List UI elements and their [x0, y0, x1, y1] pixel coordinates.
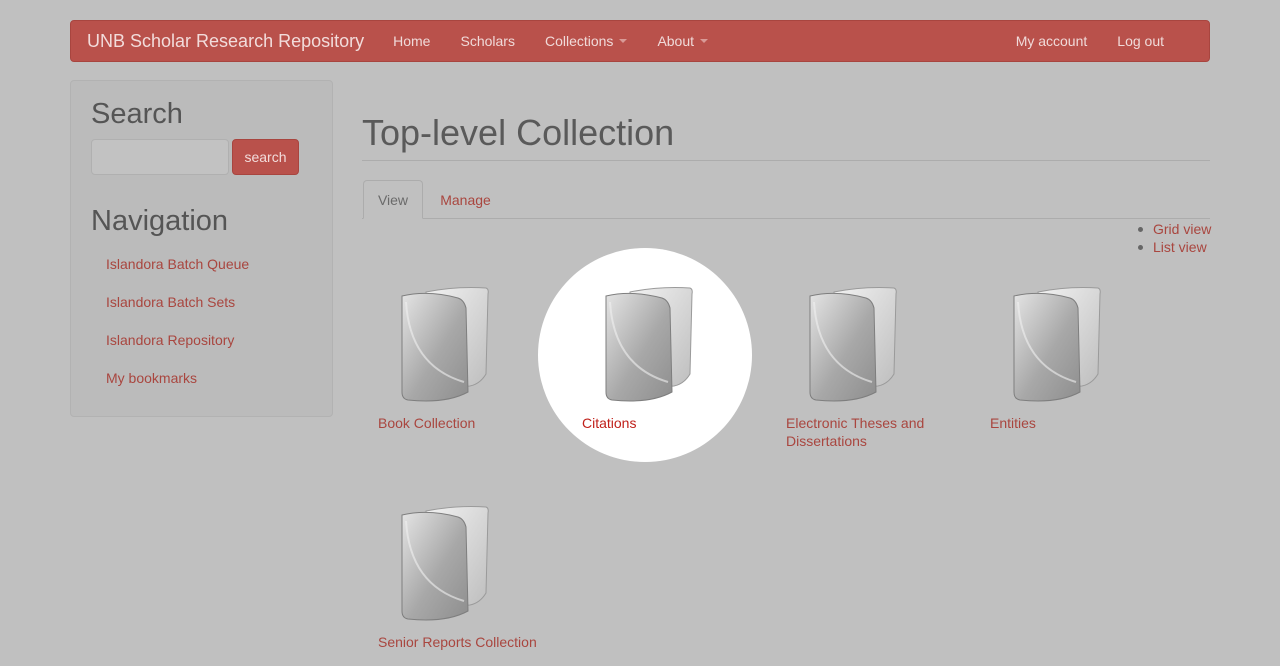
tab-view[interactable]: View [363, 180, 423, 219]
collection-label[interactable]: Senior Reports Collection [378, 633, 558, 651]
grid-view-link[interactable]: Grid view [1138, 220, 1211, 238]
nav-home-label: Home [393, 33, 431, 49]
sidebar-item-bookmarks[interactable]: My bookmarks [106, 370, 197, 386]
sidebar-item-repository[interactable]: Islandora Repository [106, 332, 234, 348]
collection-label[interactable]: Citations [582, 414, 762, 432]
nav-log-out[interactable]: Log out [1102, 33, 1179, 49]
nav-collections-dropdown[interactable]: Collections [530, 33, 642, 49]
nav-scholars[interactable]: Scholars [445, 33, 529, 49]
folder-icon [809, 287, 897, 402]
tab-manage[interactable]: Manage [428, 180, 503, 219]
folder-icon [1013, 287, 1101, 402]
folder-icon [401, 506, 489, 621]
nav-scholars-label: Scholars [460, 33, 515, 49]
folder-icon [605, 287, 693, 402]
sidebar: Search search Navigation Islandora Batch… [70, 80, 333, 417]
sidebar-item-batch-sets[interactable]: Islandora Batch Sets [106, 294, 235, 310]
collection-label[interactable]: Entities [990, 414, 1170, 432]
sidebar-item-batch-queue[interactable]: Islandora Batch Queue [106, 256, 249, 272]
list-view-link[interactable]: List view [1138, 238, 1211, 256]
search-heading: Search [91, 98, 183, 130]
search-button[interactable]: search [232, 139, 299, 175]
nav-right-group: My account Log out [1001, 33, 1179, 49]
folder-icon [401, 287, 489, 402]
search-input[interactable] [91, 139, 229, 175]
collection-label[interactable]: Book Collection [378, 414, 558, 432]
nav-about-label: About [657, 33, 695, 49]
nav-log-out-label: Log out [1117, 33, 1164, 49]
nav-about-dropdown[interactable]: About [642, 33, 723, 49]
collection-label[interactable]: Electronic Theses and Dissertations [786, 414, 936, 450]
site-brand[interactable]: UNB Scholar Research Repository [87, 31, 364, 52]
nav-my-account-label: My account [1015, 33, 1088, 49]
top-navbar: UNB Scholar Research Repository Home Sch… [70, 20, 1210, 62]
navigation-heading: Navigation [91, 205, 229, 237]
page-title: Top-level Collection [362, 112, 675, 153]
caret-down-icon [619, 39, 628, 43]
title-divider [362, 160, 1210, 161]
nav-home[interactable]: Home [378, 33, 445, 49]
caret-down-icon [700, 39, 709, 43]
view-mode-list: Grid view List view [1138, 220, 1211, 256]
nav-collections-label: Collections [544, 33, 614, 49]
nav-my-account[interactable]: My account [1001, 33, 1103, 49]
